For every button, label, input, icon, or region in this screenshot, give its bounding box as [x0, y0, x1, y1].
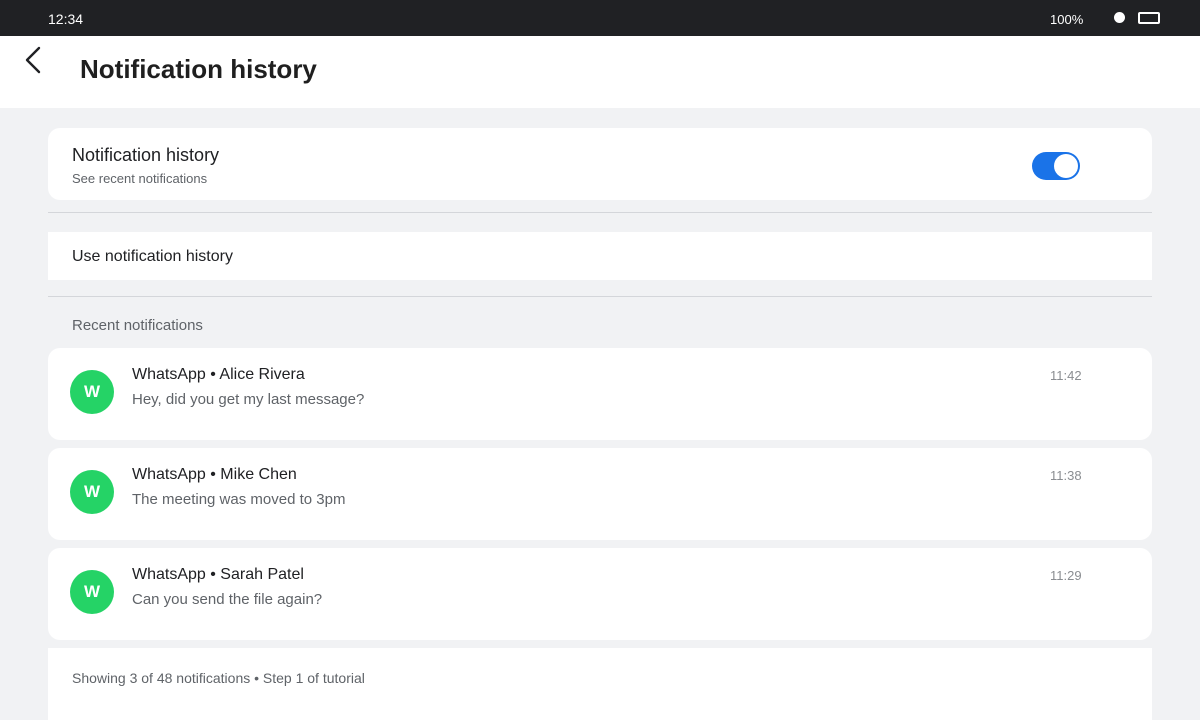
notification-time: 11:29 — [1050, 568, 1082, 583]
status-bar: 12:34 100% — [0, 0, 1200, 36]
divider — [48, 212, 1152, 213]
back-button[interactable] — [18, 44, 50, 76]
notification-title: WhatsApp • Sarah Patel — [132, 566, 304, 583]
status-dot-icon — [1114, 12, 1125, 23]
notification-history-setting[interactable]: Notification history See recent notifica… — [48, 128, 1152, 200]
use-notification-history-label: Use notification history — [72, 248, 233, 265]
app-avatar: W — [70, 470, 114, 514]
notification-history-toggle[interactable] — [1032, 152, 1080, 180]
app-avatar: W — [70, 570, 114, 614]
chevron-left-icon — [25, 46, 41, 74]
notification-body: The meeting was moved to 3pm — [132, 491, 346, 508]
app-avatar: W — [70, 370, 114, 414]
notification-body: Hey, did you get my last message? — [132, 391, 365, 408]
footer-status-text: Showing 3 of 48 notifications • Step 1 o… — [72, 670, 365, 686]
setting-title: Notification history — [72, 145, 220, 165]
notification-item[interactable]: W WhatsApp • Alice Rivera Hey, did you g… — [48, 348, 1152, 440]
setting-subtitle: See recent notifications — [72, 171, 208, 186]
notification-title: WhatsApp • Mike Chen — [132, 466, 297, 483]
notification-body: Can you send the file again? — [132, 591, 323, 608]
status-time: 12:34 — [48, 11, 84, 27]
battery-icon — [1138, 12, 1160, 24]
notification-item[interactable]: W WhatsApp • Mike Chen The meeting was m… — [48, 448, 1152, 540]
battery-level: 100% — [1050, 12, 1084, 27]
divider — [48, 296, 1152, 297]
notification-time: 11:38 — [1050, 468, 1082, 483]
notification-title: WhatsApp • Alice Rivera — [132, 366, 305, 383]
page-title: Notification history — [80, 54, 317, 84]
toggle-thumb — [1054, 154, 1078, 178]
section-header: Recent notifications — [72, 317, 203, 334]
app-bar: Notification history — [0, 36, 1200, 108]
notification-item[interactable]: W WhatsApp • Sarah Patel Can you send th… — [48, 548, 1152, 640]
notification-time: 11:42 — [1050, 368, 1082, 383]
footer: Showing 3 of 48 notifications • Step 1 o… — [48, 648, 1152, 720]
use-notification-history-item[interactable]: Use notification history — [48, 232, 1152, 280]
